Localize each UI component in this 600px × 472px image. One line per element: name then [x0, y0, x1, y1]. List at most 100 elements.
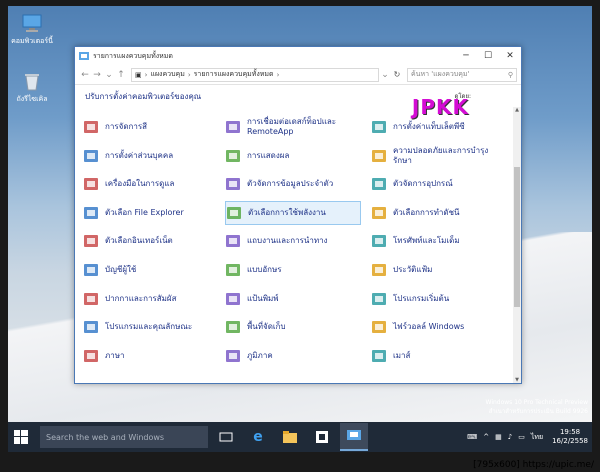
scroll-thumb[interactable]: [514, 167, 520, 307]
control-panel-item[interactable]: ตัวเลือก File Explorer: [83, 201, 219, 225]
control-panel-icon: [347, 430, 361, 440]
control-panel-item[interactable]: การตั้งค่าส่วนบุคคล: [83, 144, 219, 168]
control-panel-item[interactable]: พื้นที่จัดเก็บ: [225, 315, 361, 339]
recent-dropdown-icon[interactable]: ⌄: [103, 70, 115, 80]
control-panel-item[interactable]: การจัดการสี: [83, 115, 219, 139]
forward-arrow-icon[interactable]: →: [91, 70, 103, 80]
control-panel-item[interactable]: โปรแกรมเริ่มต้น: [371, 287, 507, 311]
taskbar-search-input[interactable]: Search the web and Windows: [40, 426, 208, 448]
scroll-down-icon[interactable]: ▼: [513, 377, 521, 383]
control-panel-item[interactable]: ภาษา: [83, 344, 219, 368]
control-panel-item-icon: [83, 348, 99, 364]
control-panel-item-icon: [225, 319, 241, 335]
control-panel-item-icon: [83, 119, 99, 135]
control-panel-item[interactable]: ภูมิภาค: [225, 344, 361, 368]
control-panel-item-label: การเชื่อมต่อเดสก์ท็อปและ RemoteApp: [247, 117, 337, 136]
control-panel-item-label: การตั้งค่าส่วนบุคคล: [105, 150, 174, 160]
control-panel-item-label: ภาษา: [105, 350, 125, 360]
control-panel-item-icon: [83, 291, 99, 307]
address-dropdown-icon[interactable]: ⌄: [379, 70, 391, 80]
maximize-button[interactable]: ☐: [477, 47, 499, 65]
clock-time: 19:58: [559, 428, 581, 436]
address-field[interactable]: ▣ › แผงควบคุม › รายการแผงควบคุมทั้งหมด ›: [131, 67, 379, 82]
breadcrumb-separator-icon: ›: [144, 70, 148, 79]
internet-explorer-button[interactable]: e: [244, 423, 272, 451]
control-panel-item[interactable]: BitLocker: [371, 107, 507, 110]
control-panel-taskbar-button[interactable]: [340, 423, 368, 451]
control-panel-item[interactable]: การเชื่อมต่อเดสก์ท็อปและ RemoteApp: [225, 115, 361, 139]
notification-icon[interactable]: ▭: [518, 433, 525, 441]
control-panel-item-label: ไฟร์วอลล์ Windows: [393, 322, 465, 332]
show-hidden-icon[interactable]: ^: [483, 433, 489, 441]
back-arrow-icon[interactable]: ←: [79, 70, 91, 80]
close-button[interactable]: ✕: [499, 47, 521, 65]
network-icon[interactable]: ▦: [495, 433, 502, 441]
control-panel-item[interactable]: โทรศัพท์และโมเด็ม: [371, 229, 507, 253]
control-panel-item-label: ประวัติแฟ้ม: [393, 265, 433, 274]
desktop-icon-recycle-bin[interactable]: ถังรีไซเคิล: [10, 70, 54, 105]
control-panel-item-icon: [225, 262, 241, 278]
control-panel-item[interactable]: ตัวเลือกการใช้พลังงาน: [225, 200, 361, 225]
build-text-2: สำเนาสำหรับการประเมิน Build 9926: [488, 408, 588, 415]
control-panel-item-label: โปรแกรมและคุณลักษณะ: [105, 322, 193, 332]
computer-icon: [21, 12, 43, 34]
control-panel-item[interactable]: บัญชีผู้ใช้: [83, 258, 219, 282]
control-panel-item[interactable]: เมาส์: [371, 344, 507, 368]
control-panel-item[interactable]: การตั้งค่าแท็บเล็ตพีซี: [371, 115, 507, 139]
language-indicator[interactable]: ไทย: [531, 432, 543, 443]
control-panel-item[interactable]: ปากกาและการสัมผัส: [83, 287, 219, 311]
control-panel-item[interactable]: ความปลอดภัยและการบำรุงรักษา: [371, 144, 507, 168]
system-tray: ⌨ ^ ▦ ♪ ▭ ไทย 19:58 16/2/2558: [464, 422, 588, 452]
control-panel-item-label: แป้นพิมพ์: [247, 293, 279, 303]
vertical-scrollbar[interactable]: ▲ ▼: [513, 107, 521, 383]
control-panel-item[interactable]: การแสดงผล: [225, 144, 361, 168]
control-panel-item[interactable]: เครื่องมือในการดูแล: [83, 172, 219, 196]
control-panel-item[interactable]: การเข้าถึงโดยง่าย: [225, 107, 361, 110]
control-panel-item[interactable]: ไฟร์วอลล์ Windows: [371, 315, 507, 339]
control-panel-item-icon: [83, 176, 99, 192]
minimize-button[interactable]: ─: [455, 47, 477, 65]
breadcrumb-all-items[interactable]: รายการแผงควบคุมทั้งหมด: [194, 69, 274, 80]
control-panel-item-icon: [371, 319, 387, 335]
control-panel-item-label: เมาส์: [393, 350, 411, 360]
desktop-icon-label: คอมพิวเตอร์นี้: [11, 37, 53, 45]
control-panel-item-label: การแสดงผล: [247, 150, 290, 160]
start-button[interactable]: [8, 422, 34, 452]
control-panel-item-label: การตั้งค่าแท็บเล็ตพีซี: [393, 122, 465, 131]
control-panel-item-label: ตัวจัดการอุปกรณ์: [393, 179, 453, 189]
search-input[interactable]: ค้นหา 'แผงควบคุม' ⚲: [407, 67, 517, 82]
file-explorer-button[interactable]: [276, 423, 304, 451]
control-panel-item-icon: [83, 205, 99, 221]
control-panel-item[interactable]: ตัวจัดการข้อมูลประจำตัว: [225, 172, 361, 196]
control-panel-item-icon: [225, 119, 241, 135]
keyboard-icon[interactable]: ⌨: [467, 433, 477, 441]
refresh-icon[interactable]: ↻: [391, 70, 403, 79]
control-panel-item-icon: [225, 291, 241, 307]
title-bar[interactable]: รายการแผงควบคุมทั้งหมด ─ ☐ ✕: [75, 47, 521, 65]
control-panel-item-label: พื้นที่จัดเก็บ: [247, 322, 286, 332]
breadcrumb-control-panel[interactable]: แผงควบคุม: [150, 69, 184, 80]
control-panel-item-label: การจัดการสี: [105, 122, 148, 131]
control-panel-item[interactable]: แถบงานและการนำทาง: [225, 229, 361, 253]
page-title: ปรับการตั้งค่าคอมพิวเตอร์ของคุณ: [85, 91, 202, 101]
desktop-icon-this-pc[interactable]: คอมพิวเตอร์นี้: [10, 12, 54, 47]
control-panel-item[interactable]: ตัวเลือกการทำดัชนี: [371, 201, 507, 225]
control-panel-item[interactable]: การกู้คืน: [83, 107, 219, 110]
control-panel-item-icon: [225, 148, 241, 164]
control-panel-item[interactable]: ตัวจัดการอุปกรณ์: [371, 172, 507, 196]
volume-icon[interactable]: ♪: [508, 433, 512, 441]
control-panel-item[interactable]: ตัวเลือกอินเทอร์เน็ต: [83, 229, 219, 253]
up-arrow-icon[interactable]: ↑: [115, 70, 127, 80]
control-panel-item-icon: [83, 262, 99, 278]
control-panel-item[interactable]: ประวัติแฟ้ม: [371, 258, 507, 282]
windows-logo-icon: [14, 430, 28, 444]
scroll-up-icon[interactable]: ▲: [513, 107, 521, 113]
control-panel-item-icon: [371, 176, 387, 192]
control-panel-item[interactable]: แป้นพิมพ์: [225, 287, 361, 311]
clock[interactable]: 19:58 16/2/2558: [552, 428, 588, 446]
store-button[interactable]: [308, 423, 336, 451]
control-panel-item[interactable]: โปรแกรมและคุณลักษณะ: [83, 315, 219, 339]
control-panel-item[interactable]: แบบอักษร: [225, 258, 361, 282]
desktop-icon-label: ถังรีไซเคิล: [16, 95, 48, 103]
task-view-button[interactable]: [212, 423, 240, 451]
